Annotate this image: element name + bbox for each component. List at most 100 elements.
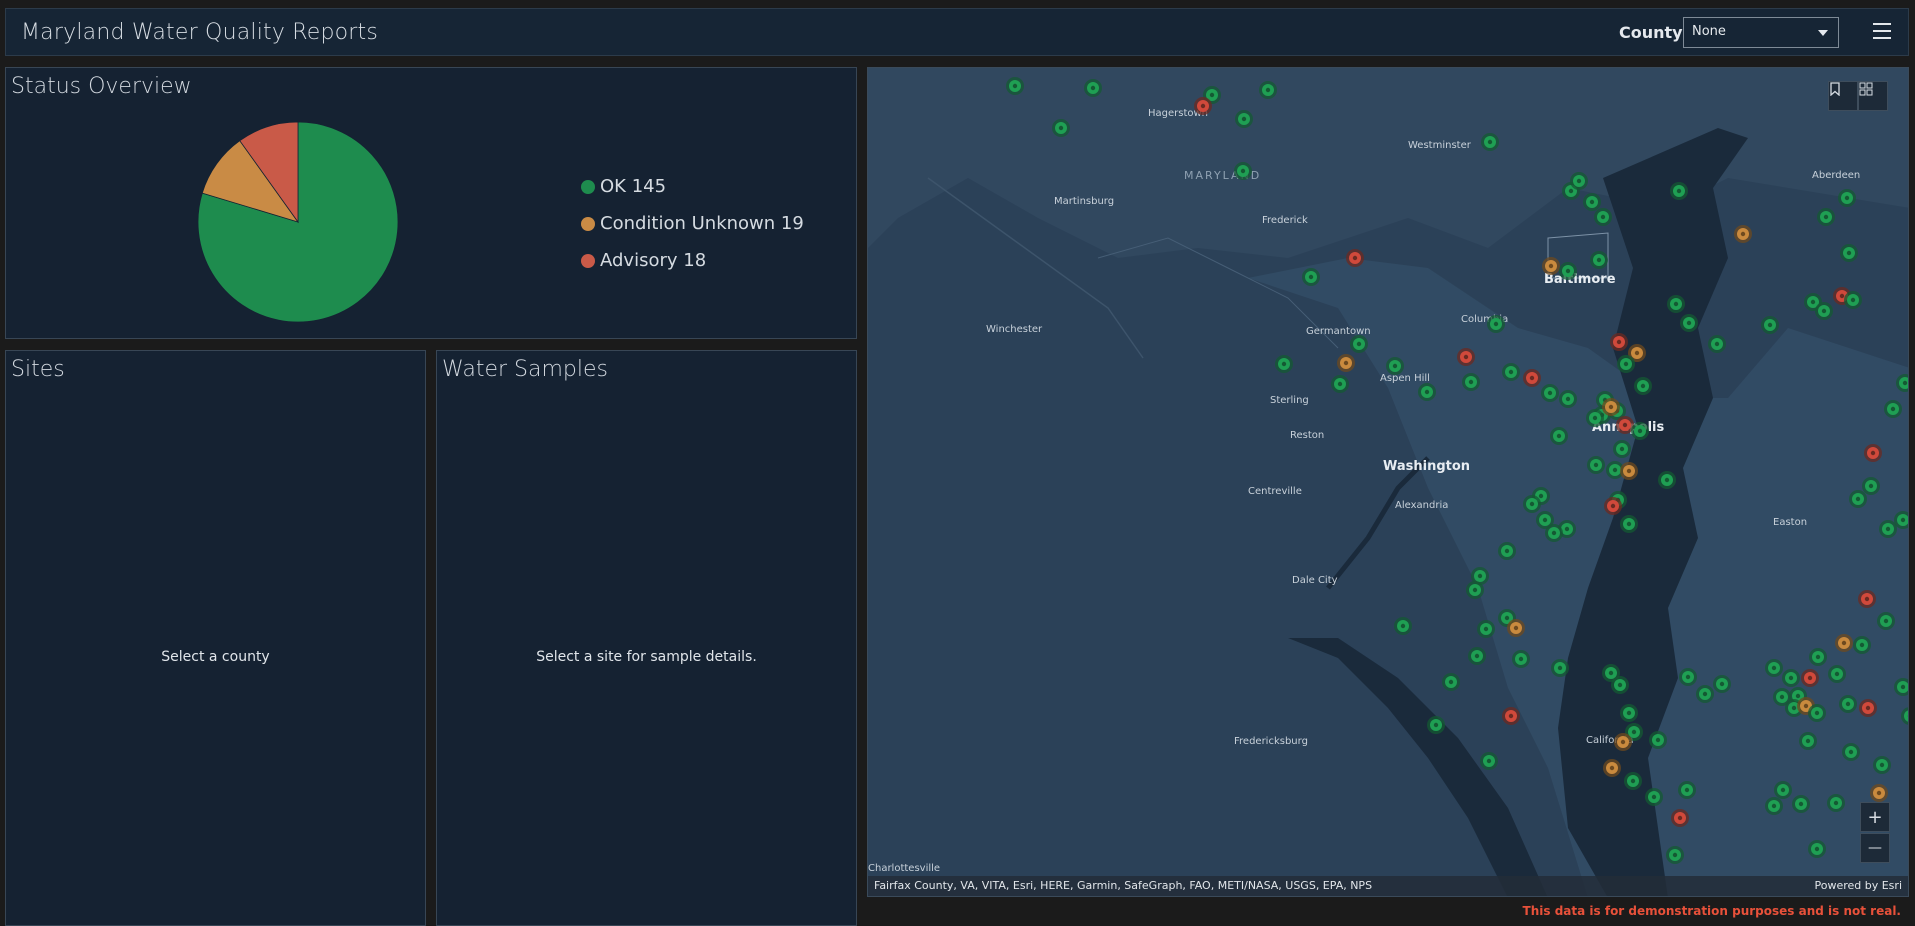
site-marker[interactable]: [1462, 373, 1480, 391]
site-marker[interactable]: [1670, 182, 1688, 200]
site-marker[interactable]: [1331, 375, 1349, 393]
site-marker[interactable]: [1559, 262, 1577, 280]
site-marker[interactable]: [1084, 79, 1102, 97]
site-marker[interactable]: [1594, 208, 1612, 226]
site-marker[interactable]: [1610, 333, 1628, 351]
site-marker[interactable]: [1840, 244, 1858, 262]
site-marker[interactable]: [1006, 77, 1024, 95]
site-marker[interactable]: [1817, 208, 1835, 226]
site-marker[interactable]: [1782, 669, 1800, 687]
map-view[interactable]: Hagerstown Westminster Aberdeen MARYLAND…: [867, 67, 1909, 897]
site-marker[interactable]: [1667, 295, 1685, 313]
site-marker[interactable]: [1586, 409, 1604, 427]
site-marker[interactable]: [1761, 316, 1779, 334]
site-marker[interactable]: [1862, 477, 1880, 495]
site-marker[interactable]: [1842, 743, 1860, 761]
site-marker[interactable]: [1275, 355, 1293, 373]
site-marker[interactable]: [1468, 647, 1486, 665]
site-marker[interactable]: [1631, 422, 1649, 440]
site-marker[interactable]: [1801, 669, 1819, 687]
county-select[interactable]: None: [1683, 17, 1839, 48]
site-marker[interactable]: [1498, 542, 1516, 560]
site-marker[interactable]: [1678, 781, 1696, 799]
site-marker[interactable]: [1815, 302, 1833, 320]
site-marker[interactable]: [1480, 752, 1498, 770]
site-marker[interactable]: [1337, 354, 1355, 372]
site-marker[interactable]: [1879, 520, 1897, 538]
legend-item-advisory[interactable]: Advisory 18: [581, 242, 804, 279]
site-marker[interactable]: [1235, 110, 1253, 128]
site-marker[interactable]: [1774, 781, 1792, 799]
site-marker[interactable]: [1620, 515, 1638, 533]
site-marker[interactable]: [1671, 809, 1689, 827]
site-marker[interactable]: [1792, 795, 1810, 813]
site-marker[interactable]: [1649, 731, 1667, 749]
site-marker[interactable]: [1634, 377, 1652, 395]
site-marker[interactable]: [1838, 189, 1856, 207]
site-marker[interactable]: [1418, 383, 1436, 401]
site-marker[interactable]: [1551, 659, 1569, 677]
site-marker[interactable]: [1550, 427, 1568, 445]
site-marker[interactable]: [1849, 490, 1867, 508]
site-marker[interactable]: [1502, 707, 1520, 725]
site-marker[interactable]: [1853, 636, 1871, 654]
site-marker[interactable]: [1858, 590, 1876, 608]
site-marker[interactable]: [1835, 634, 1853, 652]
site-marker[interactable]: [1870, 784, 1888, 802]
basemap-gallery-button[interactable]: [1858, 81, 1888, 111]
site-marker[interactable]: [1765, 797, 1783, 815]
site-marker[interactable]: [1896, 374, 1909, 392]
powered-by-esri-link[interactable]: Powered by Esri: [1814, 879, 1902, 893]
site-marker[interactable]: [1666, 846, 1684, 864]
site-marker[interactable]: [1545, 524, 1563, 542]
site-marker[interactable]: [1302, 268, 1320, 286]
site-marker[interactable]: [1346, 249, 1364, 267]
site-marker[interactable]: [1234, 162, 1252, 180]
site-marker[interactable]: [1827, 794, 1845, 812]
site-marker[interactable]: [1052, 119, 1070, 137]
bookmark-button[interactable]: [1828, 81, 1858, 111]
site-marker[interactable]: [1604, 497, 1622, 515]
site-marker[interactable]: [1799, 732, 1817, 750]
site-marker[interactable]: [1442, 673, 1460, 691]
site-marker[interactable]: [1457, 348, 1475, 366]
site-marker[interactable]: [1624, 772, 1642, 790]
site-marker[interactable]: [1386, 357, 1404, 375]
site-marker[interactable]: [1617, 355, 1635, 373]
site-marker[interactable]: [1583, 193, 1601, 211]
site-marker[interactable]: [1559, 390, 1577, 408]
site-marker[interactable]: [1542, 257, 1560, 275]
site-marker[interactable]: [1734, 225, 1752, 243]
site-marker[interactable]: [1502, 363, 1520, 381]
zoom-out-button[interactable]: —: [1860, 833, 1890, 863]
site-marker[interactable]: [1839, 695, 1857, 713]
legend-item-condition-unknown[interactable]: Condition Unknown 19: [581, 205, 804, 242]
site-marker[interactable]: [1901, 707, 1909, 725]
site-marker[interactable]: [1523, 369, 1541, 387]
site-marker[interactable]: [1590, 251, 1608, 269]
site-marker[interactable]: [1708, 335, 1726, 353]
site-marker[interactable]: [1507, 619, 1525, 637]
site-marker[interactable]: [1809, 648, 1827, 666]
site-markers-layer[interactable]: [868, 68, 1909, 897]
site-marker[interactable]: [1481, 133, 1499, 151]
site-marker[interactable]: [1477, 620, 1495, 638]
site-marker[interactable]: [1194, 97, 1212, 115]
site-marker[interactable]: [1884, 400, 1902, 418]
site-marker[interactable]: [1570, 172, 1588, 190]
site-marker[interactable]: [1602, 398, 1620, 416]
site-marker[interactable]: [1645, 788, 1663, 806]
site-marker[interactable]: [1859, 699, 1877, 717]
site-marker[interactable]: [1427, 716, 1445, 734]
site-marker[interactable]: [1894, 678, 1909, 696]
site-marker[interactable]: [1350, 335, 1368, 353]
site-marker[interactable]: [1713, 675, 1731, 693]
site-marker[interactable]: [1844, 291, 1862, 309]
site-marker[interactable]: [1864, 444, 1882, 462]
site-marker[interactable]: [1679, 668, 1697, 686]
site-marker[interactable]: [1828, 665, 1846, 683]
site-marker[interactable]: [1808, 840, 1826, 858]
site-marker[interactable]: [1696, 685, 1714, 703]
site-marker[interactable]: [1765, 659, 1783, 677]
site-marker[interactable]: [1877, 612, 1895, 630]
